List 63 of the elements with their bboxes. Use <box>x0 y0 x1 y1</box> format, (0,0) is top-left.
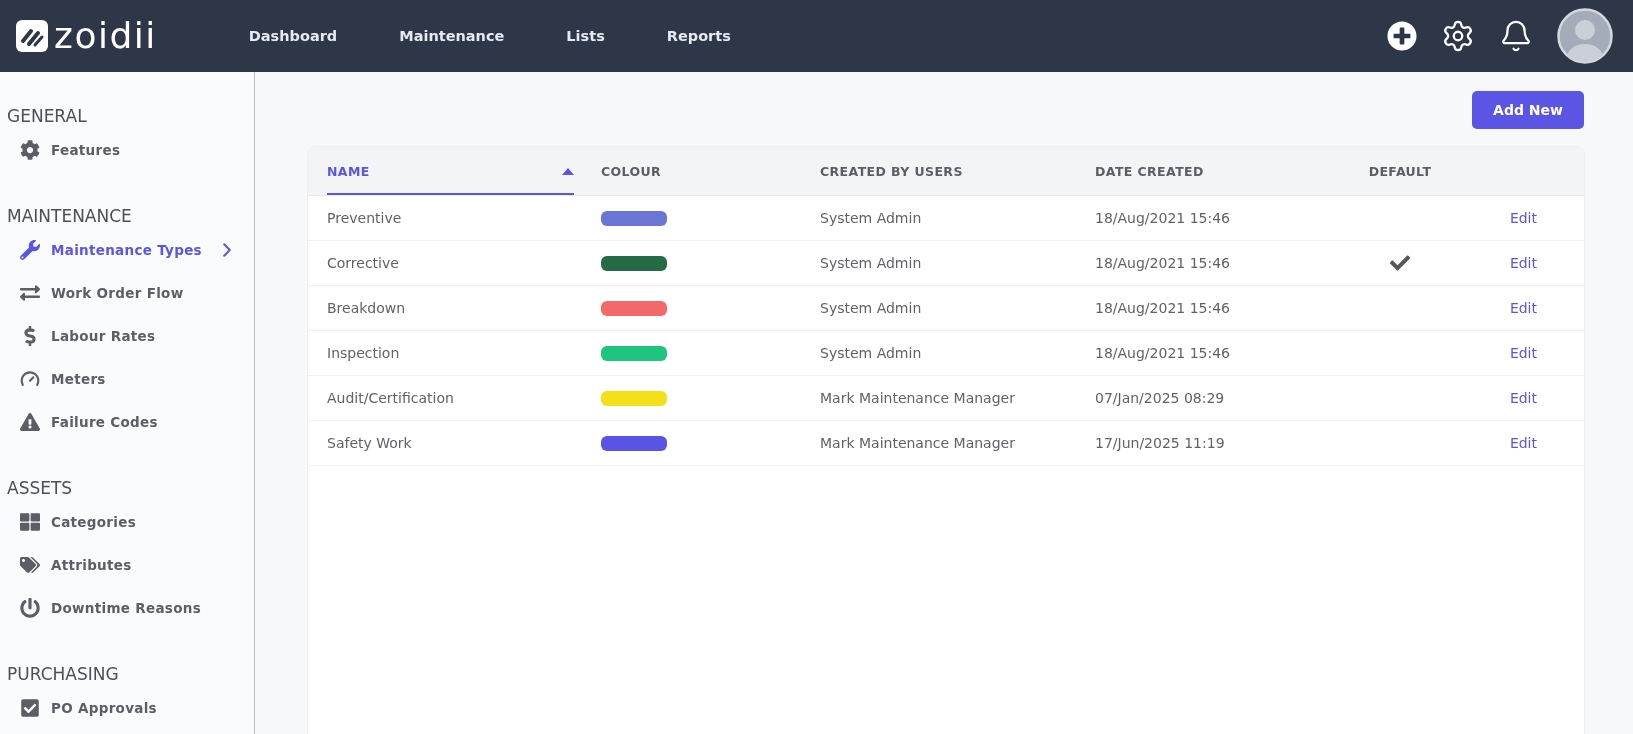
sidebar-item[interactable]: Categories <box>7 500 137 543</box>
table-cell: System Admin <box>820 255 922 271</box>
sidebar-item[interactable]: Maintenance Types <box>7 228 231 271</box>
column-header[interactable]: DEFAULT <box>1355 147 1445 195</box>
section-heading: ASSETS <box>7 477 73 500</box>
table-cell: 18/Aug/2021 15:46 <box>1095 345 1230 361</box>
nav-link[interactable]: Reports <box>666 28 731 44</box>
table-cell: Preventive <box>327 210 402 226</box>
settings-icon[interactable] <box>1441 19 1475 53</box>
table-cell: Audit/Certification <box>327 390 454 406</box>
column-header[interactable]: DATE CREATED <box>1095 147 1355 195</box>
column-header[interactable]: CREATED BY USERS <box>820 147 1095 195</box>
column-header[interactable]: COLOUR <box>601 147 820 195</box>
edit-link[interactable]: Edit <box>1509 300 1537 316</box>
sidebar-item[interactable]: Labour Rates <box>7 314 156 357</box>
table-cell: System Admin <box>820 210 922 226</box>
edit-link[interactable]: Edit <box>1509 210 1537 226</box>
table-cell: Inspection <box>327 345 400 361</box>
swap-arrows-icon <box>20 282 40 303</box>
gear-icon <box>20 139 40 160</box>
power-icon <box>20 597 40 618</box>
table-cell: 07/Jan/2025 08:29 <box>1095 390 1225 406</box>
add-icon[interactable] <box>1387 21 1417 51</box>
edit-link[interactable]: Edit <box>1509 255 1537 271</box>
sidebar-item[interactable]: Attributes <box>7 543 132 586</box>
nav-link[interactable]: Lists <box>566 28 605 44</box>
table-cell: 17/Jun/2025 11:19 <box>1095 435 1225 451</box>
nav-link[interactable]: Maintenance <box>399 28 505 44</box>
chevron-right-icon <box>222 242 231 257</box>
add-new-button[interactable]: Add New <box>1472 91 1584 129</box>
logo-link[interactable]: zoidii <box>16 18 157 54</box>
sidebar-item[interactable]: Features <box>7 128 121 171</box>
tags-icon <box>20 554 40 575</box>
sidebar-item[interactable]: Meters <box>7 357 106 400</box>
sidebar-item[interactable]: PO Approvals <box>7 686 157 729</box>
logo-icon <box>16 20 48 52</box>
sidebar-item[interactable]: Failure Codes <box>7 400 158 443</box>
grid-icon <box>20 511 40 532</box>
bell-icon[interactable] <box>1499 19 1533 53</box>
edit-link[interactable]: Edit <box>1509 390 1537 406</box>
sidebar-item[interactable]: Downtime Reasons <box>7 586 201 629</box>
table-cell: Breakdown <box>327 300 406 316</box>
table-cell: Safety Work <box>327 435 412 451</box>
table-cell: System Admin <box>820 300 922 316</box>
sort-arrow-icon <box>562 167 574 175</box>
table-cell: Mark Maintenance Manager <box>820 435 1015 451</box>
table-cell: Corrective <box>327 255 399 271</box>
nav-link[interactable]: Dashboard <box>248 28 338 44</box>
section-heading: MAINTENANCE <box>7 205 132 228</box>
table-cell: Mark Maintenance Manager <box>820 390 1015 406</box>
table-cell: 18/Aug/2021 15:46 <box>1095 255 1230 271</box>
table-cell: 18/Aug/2021 15:46 <box>1095 210 1230 226</box>
table-cell: 18/Aug/2021 15:46 <box>1095 300 1230 316</box>
sidebar-item[interactable]: Work Order Flow <box>7 271 184 314</box>
warning-icon <box>20 411 40 432</box>
edit-link[interactable]: Edit <box>1509 435 1537 451</box>
edit-link[interactable]: Edit <box>1509 345 1537 361</box>
section-heading: GENERAL <box>7 105 87 128</box>
avatar-icon[interactable] <box>1557 8 1613 64</box>
gauge-icon <box>20 368 40 389</box>
wrench-icon <box>20 239 40 260</box>
section-heading: PURCHASING <box>7 663 119 686</box>
table-cell: System Admin <box>820 345 922 361</box>
